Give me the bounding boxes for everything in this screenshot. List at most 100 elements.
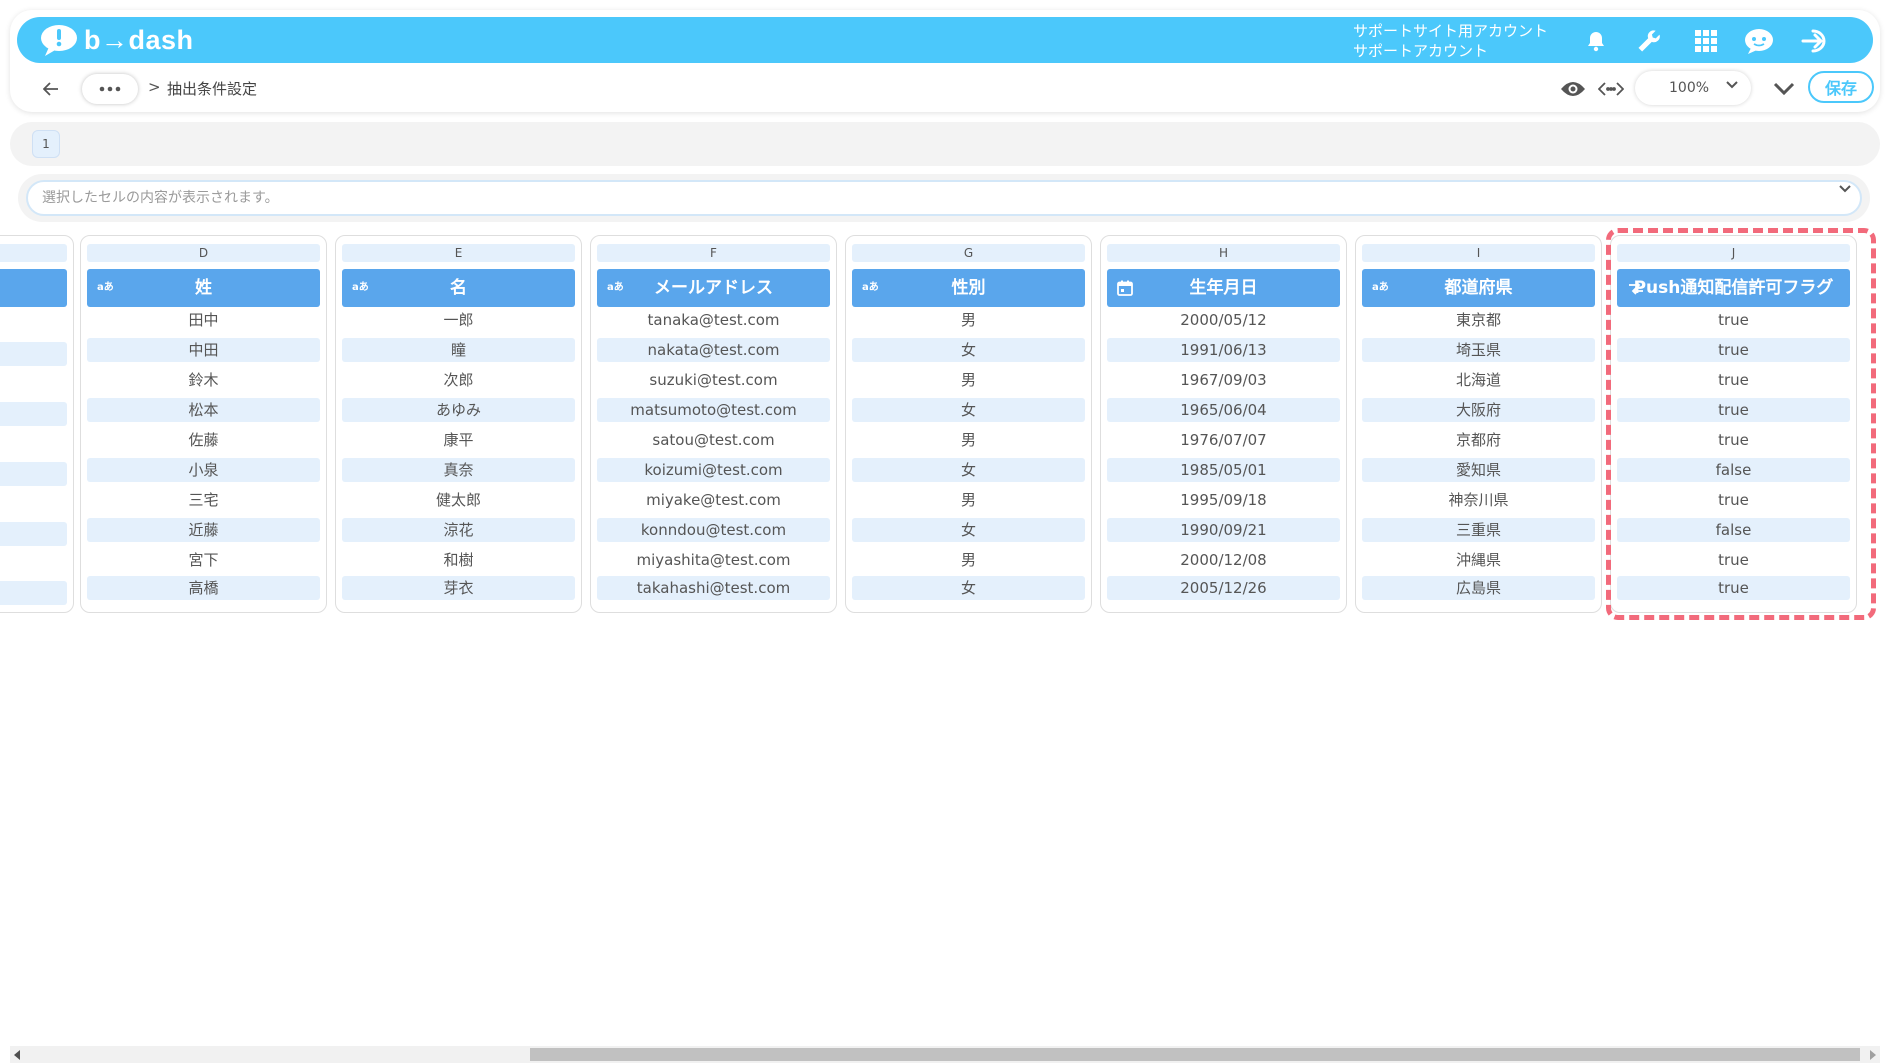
- table-cell[interactable]: true: [1617, 428, 1850, 452]
- table-cell[interactable]: miyashita@test.com: [597, 548, 830, 572]
- table-cell[interactable]: 東京都: [1362, 308, 1595, 332]
- column-header[interactable]: aあ 都道府県: [1362, 269, 1595, 307]
- table-cell[interactable]: satou@test.com: [597, 428, 830, 452]
- eye-icon[interactable]: [1558, 74, 1588, 104]
- column-letter[interactable]: F: [597, 244, 830, 262]
- column-header[interactable]: Push通知配信許可フラグ: [1617, 269, 1850, 307]
- table-cell[interactable]: 男: [852, 548, 1085, 572]
- table-cell[interactable]: [0, 342, 67, 366]
- table-cell[interactable]: 女: [852, 338, 1085, 362]
- table-cell[interactable]: 1976/07/07: [1107, 428, 1340, 452]
- table-cell[interactable]: 男: [852, 428, 1085, 452]
- table-cell[interactable]: [0, 581, 67, 605]
- scrollbar-thumb[interactable]: [530, 1048, 1860, 1061]
- table-cell[interactable]: [0, 462, 67, 486]
- table-cell[interactable]: [0, 522, 67, 546]
- column-header[interactable]: aあ 性別: [852, 269, 1085, 307]
- table-cell[interactable]: 1967/09/03: [1107, 368, 1340, 392]
- table-cell[interactable]: true: [1617, 548, 1850, 572]
- column-letter[interactable]: G: [852, 244, 1085, 262]
- table-cell[interactable]: 京都府: [1362, 428, 1595, 452]
- table-cell[interactable]: true: [1617, 488, 1850, 512]
- table-cell[interactable]: matsumoto@test.com: [597, 398, 830, 422]
- back-button[interactable]: [36, 74, 66, 104]
- scroll-left-arrow-icon[interactable]: [14, 1050, 20, 1060]
- table-cell[interactable]: true: [1617, 398, 1850, 422]
- table-cell[interactable]: 神奈川県: [1362, 488, 1595, 512]
- table-cell[interactable]: 女: [852, 518, 1085, 542]
- table-cell[interactable]: 宮下: [87, 548, 320, 572]
- table-cell[interactable]: 田中: [87, 308, 320, 332]
- table-cell[interactable]: 佐藤: [87, 428, 320, 452]
- table-cell[interactable]: 中田: [87, 338, 320, 362]
- table-cell[interactable]: 一郎: [342, 308, 575, 332]
- chevron-down-icon[interactable]: [1838, 184, 1852, 194]
- table-cell[interactable]: 次郎: [342, 368, 575, 392]
- horizontal-scrollbar[interactable]: [10, 1046, 1880, 1063]
- table-cell[interactable]: 1995/09/18: [1107, 488, 1340, 512]
- table-cell[interactable]: 女: [852, 458, 1085, 482]
- table-cell[interactable]: 広島県: [1362, 576, 1595, 600]
- table-cell[interactable]: 三宅: [87, 488, 320, 512]
- table-cell[interactable]: 三重県: [1362, 518, 1595, 542]
- cell-content-display[interactable]: 選択したセルの内容が表示されます。: [26, 180, 1862, 216]
- table-cell[interactable]: koizumi@test.com: [597, 458, 830, 482]
- table-cell[interactable]: 涼花: [342, 518, 575, 542]
- table-cell[interactable]: 男: [852, 368, 1085, 392]
- logout-icon[interactable]: [1800, 25, 1832, 57]
- table-cell[interactable]: nakata@test.com: [597, 338, 830, 362]
- table-cell[interactable]: 2005/12/26: [1107, 576, 1340, 600]
- table-cell[interactable]: 大阪府: [1362, 398, 1595, 422]
- table-cell[interactable]: 北海道: [1362, 368, 1595, 392]
- table-cell[interactable]: 埼玉県: [1362, 338, 1595, 362]
- table-cell[interactable]: miyake@test.com: [597, 488, 830, 512]
- table-cell[interactable]: suzuki@test.com: [597, 368, 830, 392]
- table-cell[interactable]: 康平: [342, 428, 575, 452]
- table-cell[interactable]: false: [1617, 458, 1850, 482]
- logo[interactable]: b→dash: [39, 22, 194, 58]
- table-cell[interactable]: あゆみ: [342, 398, 575, 422]
- table-cell[interactable]: 高橋: [87, 576, 320, 600]
- table-cell[interactable]: 鈴木: [87, 368, 320, 392]
- table-cell[interactable]: 芽衣: [342, 576, 575, 600]
- table-cell[interactable]: true: [1617, 308, 1850, 332]
- table-cell[interactable]: 男: [852, 488, 1085, 512]
- table-cell[interactable]: true: [1617, 576, 1850, 600]
- table-cell[interactable]: true: [1617, 338, 1850, 362]
- table-cell[interactable]: 和樹: [342, 548, 575, 572]
- table-cell[interactable]: 1965/06/04: [1107, 398, 1340, 422]
- column-letter[interactable]: D: [87, 244, 320, 262]
- table-cell[interactable]: [0, 402, 67, 426]
- table-cell[interactable]: 1985/05/01: [1107, 458, 1340, 482]
- column-letter[interactable]: H: [1107, 244, 1340, 262]
- table-cell[interactable]: 2000/12/08: [1107, 548, 1340, 572]
- table-cell[interactable]: 愛知県: [1362, 458, 1595, 482]
- table-cell[interactable]: 1991/06/13: [1107, 338, 1340, 362]
- table-cell[interactable]: tanaka@test.com: [597, 308, 830, 332]
- table-cell[interactable]: 真奈: [342, 458, 575, 482]
- expand-chevron-icon[interactable]: [1769, 74, 1799, 104]
- zoom-select[interactable]: 100%: [1635, 71, 1751, 105]
- support-chat-icon[interactable]: [1743, 25, 1775, 57]
- scroll-right-arrow-icon[interactable]: [1870, 1050, 1876, 1060]
- column-letter[interactable]: E: [342, 244, 575, 262]
- table-cell[interactable]: konndou@test.com: [597, 518, 830, 542]
- table-cell[interactable]: 近藤: [87, 518, 320, 542]
- column-header[interactable]: aあ 姓: [87, 269, 320, 307]
- save-button[interactable]: 保存: [1808, 71, 1874, 103]
- table-cell[interactable]: 瞳: [342, 338, 575, 362]
- table-cell[interactable]: 女: [852, 398, 1085, 422]
- table-cell[interactable]: 1990/09/21: [1107, 518, 1340, 542]
- breadcrumb-more-button[interactable]: [82, 74, 138, 104]
- table-cell[interactable]: 男: [852, 308, 1085, 332]
- column-header[interactable]: aあ メールアドレス: [597, 269, 830, 307]
- page-tab-1[interactable]: 1: [32, 130, 60, 158]
- table-cell[interactable]: 女: [852, 576, 1085, 600]
- table-cell[interactable]: 健太郎: [342, 488, 575, 512]
- table-cell[interactable]: 小泉: [87, 458, 320, 482]
- wrench-icon[interactable]: [1633, 25, 1665, 57]
- column-letter[interactable]: I: [1362, 244, 1595, 262]
- column-header[interactable]: 生年月日: [1107, 269, 1340, 307]
- column-letter[interactable]: J: [1617, 244, 1850, 262]
- apps-grid-icon[interactable]: [1690, 25, 1722, 57]
